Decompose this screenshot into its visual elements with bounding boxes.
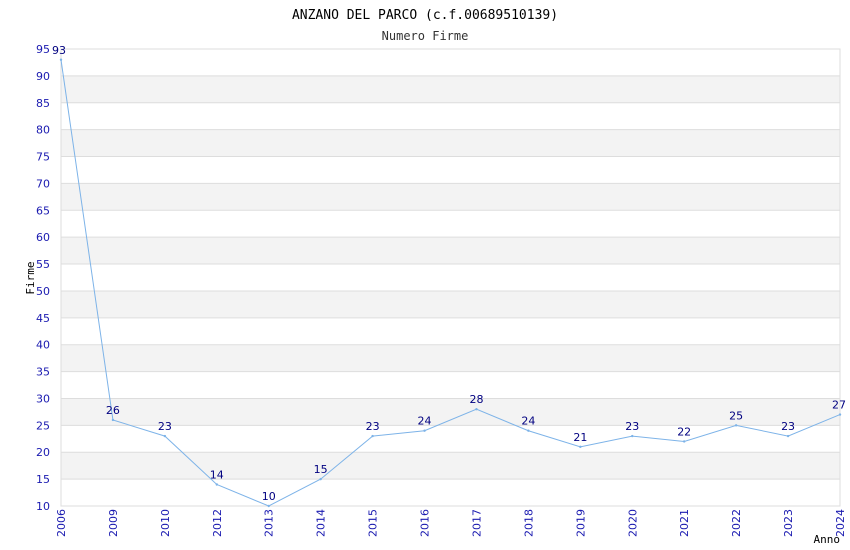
y-tick-label: 10 [36,500,50,513]
data-label: 22 [677,425,691,438]
data-label: 23 [625,420,639,433]
y-tick-label: 40 [36,339,50,352]
data-point [267,504,270,508]
y-tick-label: 65 [36,204,50,217]
series-line [60,59,841,507]
y-tick-label: 20 [36,446,50,459]
x-tick-label: 2021 [678,509,691,537]
y-tick-label: 35 [36,366,50,379]
data-point [631,434,634,438]
y-axis-label: Firme [24,261,37,294]
x-tick-label: 2006 [55,509,68,537]
y-tick-label: 50 [36,285,50,298]
plot-frame [60,48,841,507]
data-label: 26 [106,404,120,417]
x-tick-label: 2015 [367,509,380,537]
data-point [786,434,790,438]
data-label: 24 [521,415,535,428]
chart-subtitle: Numero Firme [382,29,469,43]
x-tick-label: 2014 [315,509,328,537]
data-labels: 93 26 23 14 10 15 23 24 28 24 21 23 22 25 23 27 [52,44,846,503]
data-label: 28 [469,393,483,406]
grid-band [61,237,840,265]
grid-band [61,75,840,103]
x-tick-label: 2019 [574,509,587,537]
data-label: 23 [158,420,172,433]
data-point [319,477,322,481]
series-firme [59,58,842,508]
y-tick-label: 60 [36,231,50,244]
y-tick-label: 95 [36,43,50,56]
x-tick-label: 2020 [626,509,639,537]
data-label: 15 [314,463,328,476]
data-point [163,434,167,438]
data-label: 23 [781,420,795,433]
data-label: 10 [262,490,276,503]
x-tick-label: 2023 [782,509,795,537]
data-label: 93 [52,44,66,57]
data-point [683,440,686,443]
data-point [59,58,63,61]
data-label: 14 [210,468,224,481]
grid-band [61,129,840,157]
firme-line-chart: ANZANO DEL PARCO (c.f.00689510139) Numer… [24,8,847,546]
data-point [579,445,582,449]
x-tick-label: 2013 [263,509,276,537]
y-tick-label: 70 [36,177,50,190]
data-label: 21 [573,431,587,444]
data-point [215,483,218,486]
y-tick-label: 85 [36,97,50,110]
y-tick-label: 30 [36,392,50,405]
grid-band [61,452,840,480]
grid-band [61,183,840,211]
grid-band [61,398,840,426]
x-tick-label: 2016 [419,509,432,537]
data-point [527,429,530,432]
x-axis-label: Anno [814,533,841,546]
data-point [475,408,478,411]
y-tick-label: 80 [36,124,50,137]
data-label: 25 [729,409,743,422]
plot-background-bands [61,75,840,480]
y-tick-label: 45 [36,312,50,325]
y-axis-ticks: 10 15 20 25 30 35 40 45 50 55 60 65 70 75 80 85 90 95 [36,43,50,513]
x-tick-label: 2022 [730,509,743,537]
y-tick-label: 25 [36,419,50,432]
y-tick-label: 75 [36,151,50,164]
chart-title: ANZANO DEL PARCO (c.f.00689510139) [292,8,558,23]
data-label: 27 [832,399,846,412]
y-tick-label: 15 [36,473,50,486]
x-tick-label: 2017 [470,509,483,537]
x-tick-label: 2010 [159,509,172,537]
data-point [423,429,426,432]
x-tick-label: 2009 [107,509,120,537]
y-tick-label: 90 [36,70,50,83]
data-label: 24 [418,415,432,428]
data-label: 23 [366,420,380,433]
grid-lines [60,48,841,507]
data-point [734,424,738,427]
x-tick-label: 2012 [211,509,224,537]
x-tick-label: 2018 [522,509,535,537]
y-tick-label: 55 [36,258,50,271]
grid-band [61,344,840,372]
data-point [371,434,374,438]
grid-band [61,290,840,318]
x-axis-ticks: 2006 2009 2010 2012 2013 2014 2015 2016 2017 2018… [55,509,847,537]
data-point [111,418,115,422]
data-point [838,413,842,416]
